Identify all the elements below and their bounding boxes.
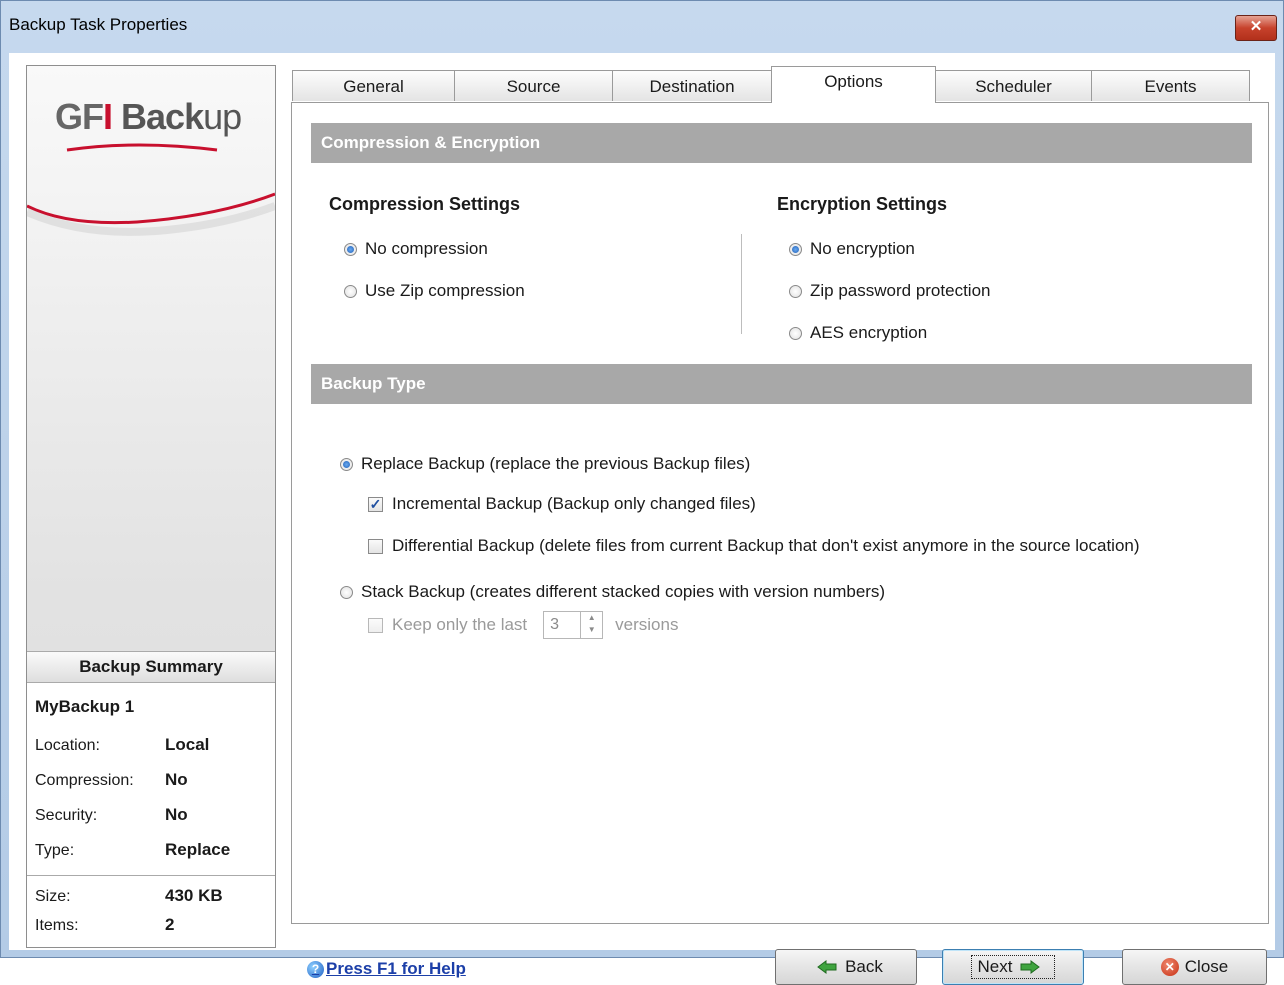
radio-label: Replace Backup (replace the previous Bac…	[361, 454, 751, 473]
radio-indicator[interactable]	[789, 284, 802, 298]
next-button-label: Next	[977, 957, 1013, 976]
summary-label: Location:	[35, 737, 100, 754]
dialog-client-area: GFI Backup Backup Summary MyBackup 1 Loc…	[9, 53, 1275, 985]
next-button[interactable]: Next	[942, 949, 1084, 985]
stepper-arrows[interactable]: ▲ ▼	[581, 611, 604, 639]
zip-compression-radio[interactable]: Use Zip compression	[344, 281, 525, 301]
encryption-settings-heading: Encryption Settings	[777, 194, 948, 214]
summary-value: 430 KB	[165, 886, 223, 905]
versions-stepper[interactable]: 3 ▲ ▼	[543, 611, 604, 639]
summary-row-security: Security: No	[35, 805, 188, 825]
window-title: Backup Task Properties	[9, 15, 188, 34]
summary-row-compression: Compression: No	[35, 770, 188, 790]
summary-row-items: Items: 2	[35, 915, 174, 935]
backup-summary-heading: Backup Summary	[27, 651, 275, 683]
summary-label: Size:	[35, 888, 71, 905]
stack-backup-radio[interactable]: Stack Backup (creates different stacked …	[340, 582, 885, 602]
tab-events[interactable]: Events	[1091, 70, 1250, 101]
summary-label: Compression:	[35, 772, 134, 789]
title-bar[interactable]: Backup Task Properties ✕	[1, 1, 1283, 51]
checkbox-indicator[interactable]	[368, 538, 383, 554]
no-compression-radio[interactable]: No compression	[344, 239, 488, 259]
compression-settings-heading: Compression Settings	[329, 194, 521, 214]
keep-last-versions-row: Keep only the last 3 ▲ ▼ versions	[368, 611, 678, 639]
summary-task-name: MyBackup 1	[35, 697, 135, 716]
keep-last-label: Keep only the last	[392, 615, 528, 634]
summary-row-location: Location: Local	[35, 735, 209, 755]
radio-label: Use Zip compression	[365, 281, 525, 300]
versions-value[interactable]: 3	[543, 611, 582, 639]
compression-encryption-header: Compression & Encryption	[311, 123, 1252, 163]
replace-backup-radio[interactable]: Replace Backup (replace the previous Bac…	[340, 454, 750, 474]
checkbox-indicator[interactable]: ✓	[368, 496, 383, 512]
incremental-backup-checkbox[interactable]: ✓ Incremental Backup (Backup only changed…	[368, 494, 756, 514]
summary-value: No	[165, 770, 188, 789]
radio-label: AES encryption	[810, 323, 928, 342]
help-globe-icon[interactable]: ?	[307, 960, 324, 978]
window-close-button[interactable]: ✕	[1235, 15, 1277, 41]
differential-backup-checkbox[interactable]: Differential Backup (delete files from c…	[368, 536, 1140, 556]
settings-divider	[741, 234, 742, 334]
tab-general[interactable]: General	[292, 70, 455, 101]
summary-label: Items:	[35, 917, 79, 934]
radio-indicator[interactable]	[340, 585, 353, 599]
logo-swoosh-graphic	[27, 143, 275, 236]
no-encryption-radio[interactable]: No encryption	[789, 239, 915, 259]
summary-row-type: Type: Replace	[35, 840, 230, 860]
summary-value: Replace	[165, 840, 231, 859]
tab-options[interactable]: Options	[771, 66, 936, 103]
tab-source[interactable]: Source	[454, 70, 613, 101]
back-button-label: Back	[845, 957, 883, 976]
backup-type-header: Backup Type	[311, 364, 1252, 404]
versions-suffix: versions	[615, 615, 679, 634]
help-link-text[interactable]: Press F1 for Help	[326, 959, 466, 979]
zip-password-radio[interactable]: Zip password protection	[789, 281, 990, 301]
summary-value: 2	[165, 915, 175, 934]
radio-label: Stack Backup (creates different stacked …	[361, 582, 886, 601]
summary-value: No	[165, 805, 188, 824]
checkbox-label: Incremental Backup (Backup only changed …	[392, 494, 756, 513]
radio-label: No compression	[365, 239, 488, 258]
green-arrow-left-icon	[817, 960, 837, 974]
back-button[interactable]: Back	[775, 949, 917, 985]
focus-ring: Next	[970, 955, 1056, 979]
left-panel: GFI Backup Backup Summary MyBackup 1 Loc…	[26, 65, 276, 948]
close-button-label: Close	[1184, 957, 1229, 976]
backup-summary: MyBackup 1 Location: Local Compression: No…	[27, 683, 275, 947]
backup-task-properties-window: Backup Task Properties ✕ GFI Backup Back…	[0, 0, 1284, 985]
summary-label: Security:	[35, 807, 98, 824]
radio-label: Zip password protection	[810, 281, 991, 300]
stepper-down-icon[interactable]: ▼	[588, 625, 596, 634]
help-link[interactable]: ? Press F1 for Help	[307, 959, 466, 979]
radio-indicator[interactable]	[344, 284, 357, 298]
aes-encryption-radio[interactable]: AES encryption	[789, 323, 927, 343]
tab-scheduler[interactable]: Scheduler	[935, 70, 1092, 101]
tab-destination[interactable]: Destination	[612, 70, 772, 101]
summary-label: Type:	[35, 842, 75, 859]
stepper-up-icon[interactable]: ▲	[588, 613, 596, 622]
green-arrow-right-icon	[1020, 960, 1041, 974]
radio-label: No encryption	[810, 239, 915, 258]
radio-indicator[interactable]	[340, 457, 353, 471]
summary-row-size: Size: 430 KB	[35, 886, 223, 906]
close-button[interactable]: ✕ Close	[1122, 949, 1267, 985]
keep-last-checkbox[interactable]	[368, 617, 383, 633]
radio-indicator[interactable]	[789, 242, 802, 256]
radio-indicator[interactable]	[789, 326, 802, 340]
summary-divider	[27, 875, 275, 876]
checkbox-label: Differential Backup (delete files from c…	[392, 536, 1140, 555]
radio-indicator[interactable]	[344, 242, 357, 256]
options-tab-page: Compression & Encryption Compression Set…	[291, 102, 1269, 924]
summary-value: Local	[165, 735, 210, 754]
red-x-circle-icon: ✕	[1160, 958, 1179, 976]
